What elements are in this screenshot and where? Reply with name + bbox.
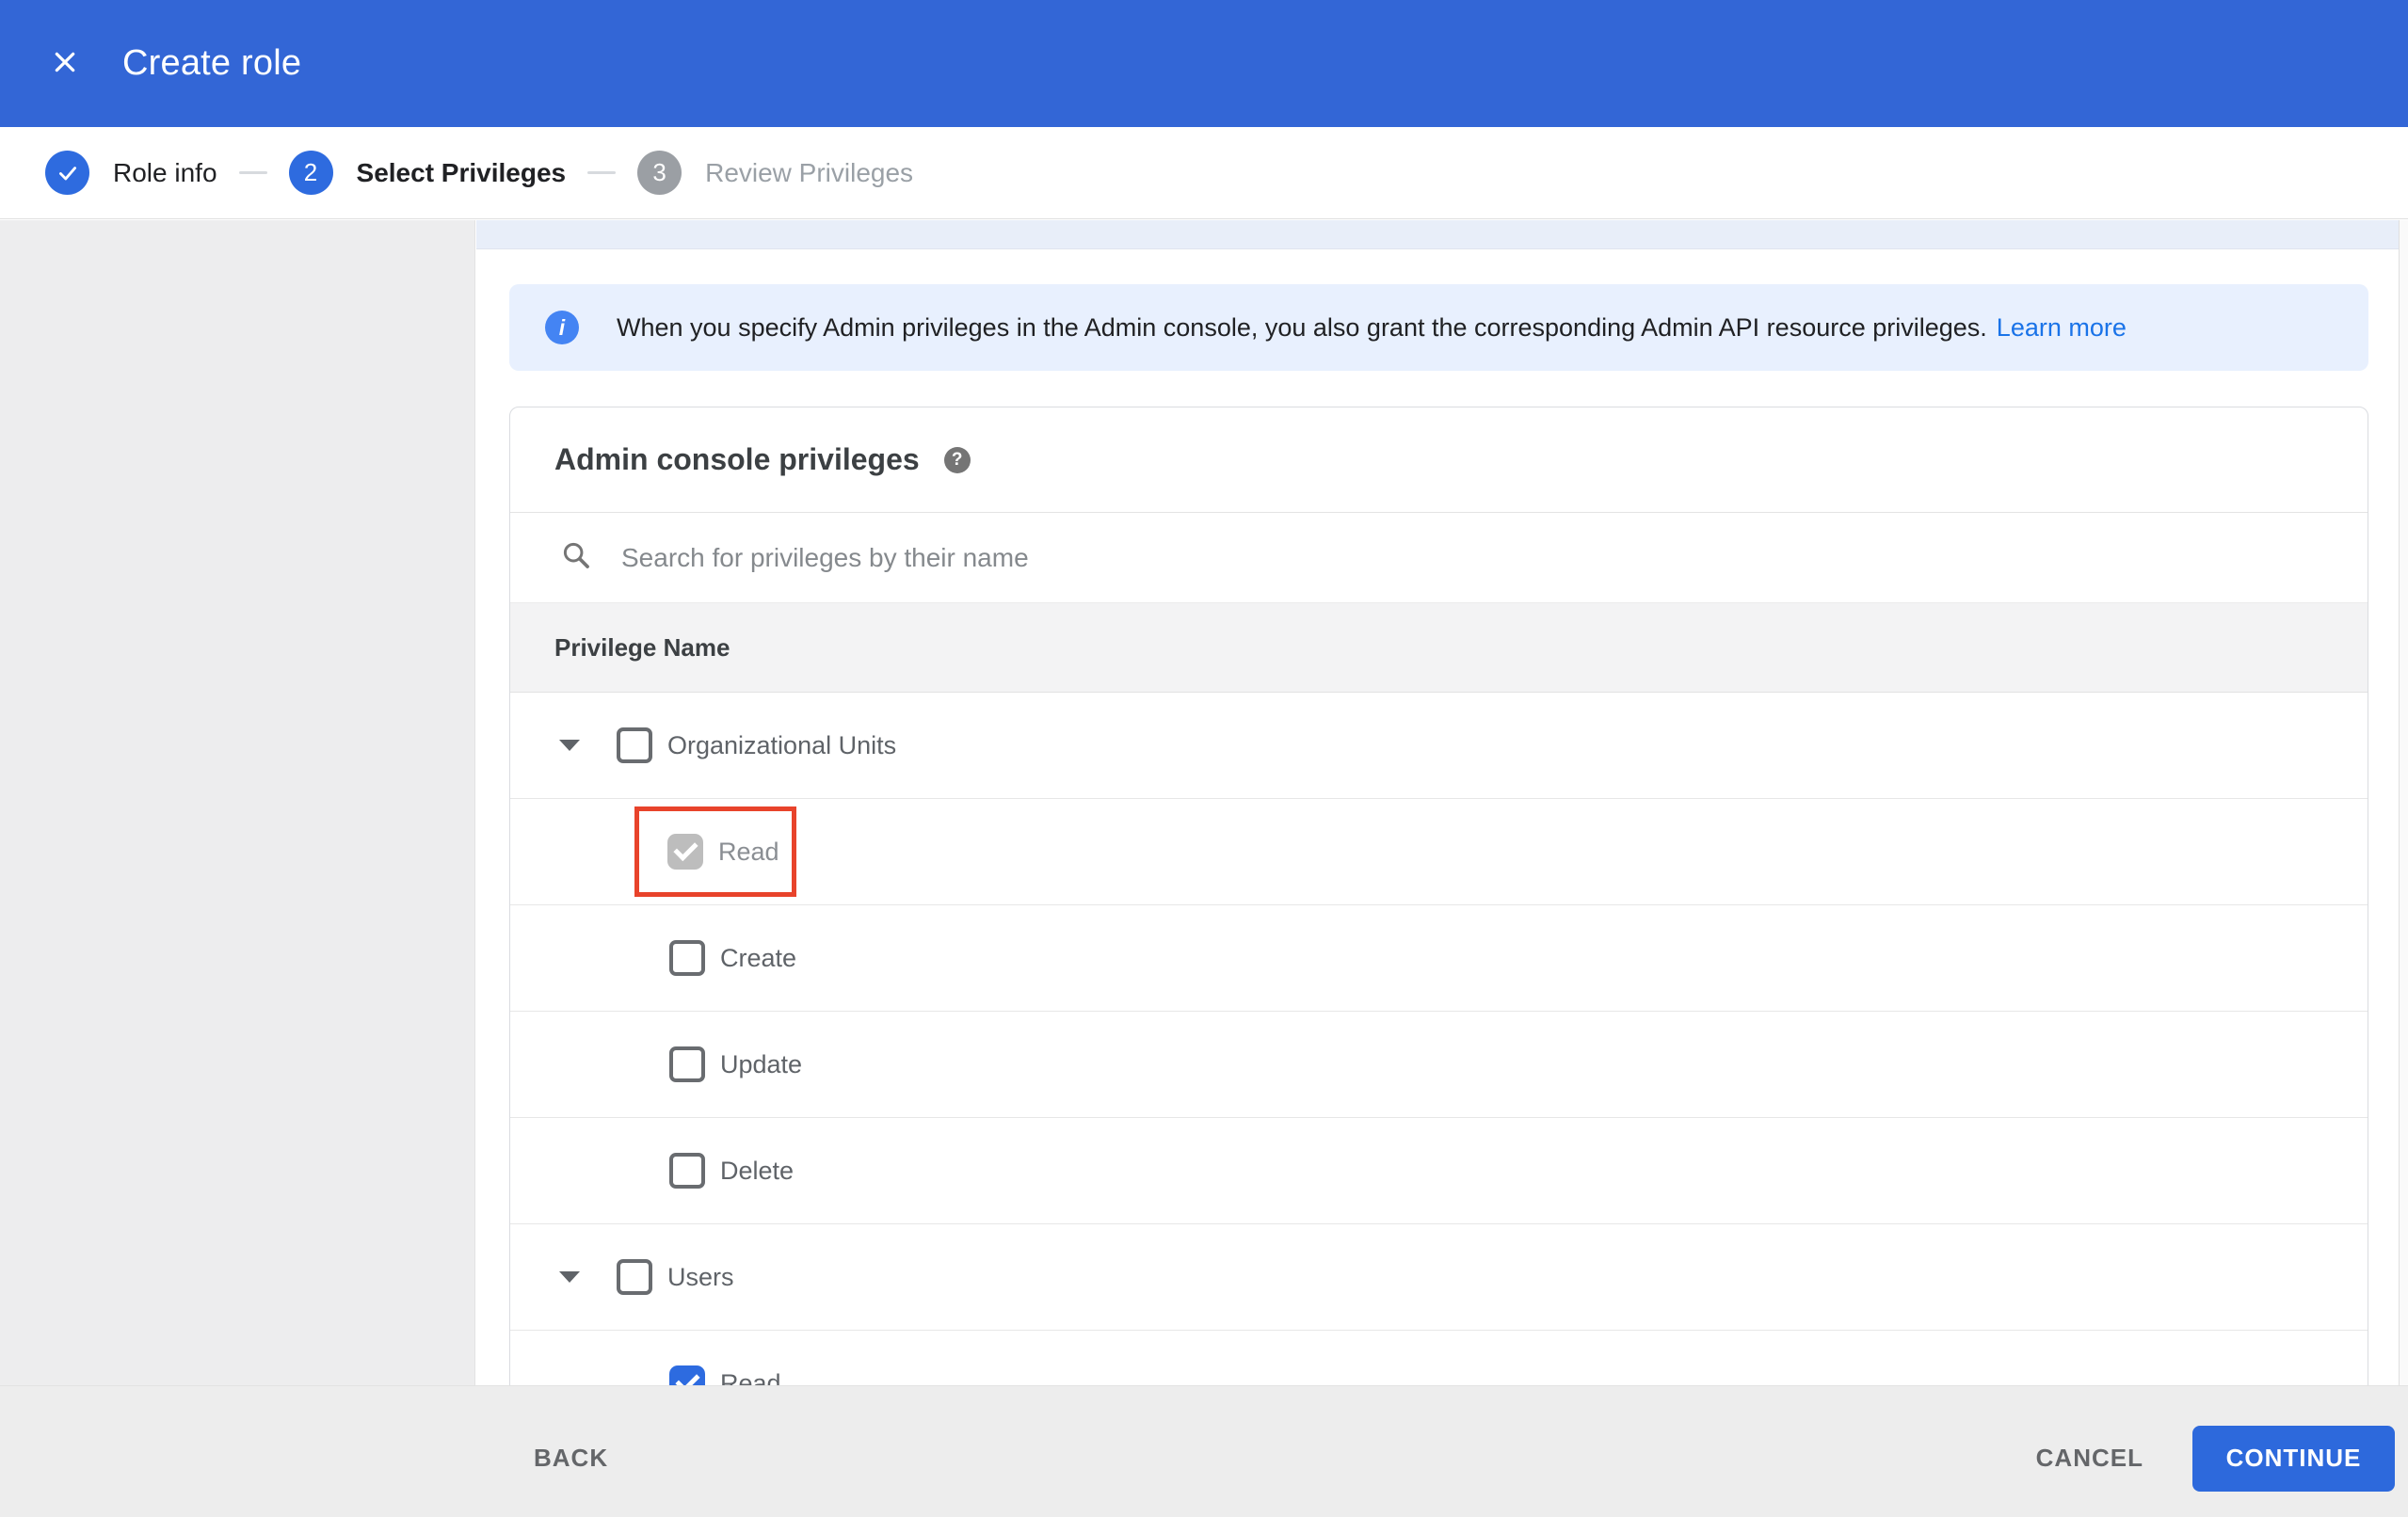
info-banner-text: When you specify Admin privileges in the… xyxy=(617,312,1987,342)
table-row: Users xyxy=(510,1224,2368,1331)
table-row: Update xyxy=(510,1012,2368,1118)
content-top-strip xyxy=(476,220,2399,249)
privilege-label[interactable]: Update xyxy=(720,1050,802,1079)
step-divider xyxy=(587,171,617,174)
admin-console-privileges-card: Admin console privileges ? Privilege Nam… xyxy=(509,407,2368,1385)
step-divider xyxy=(238,171,267,174)
scrollbar-track[interactable] xyxy=(2399,220,2408,1385)
close-button[interactable] xyxy=(43,42,87,86)
step-label: Review Privileges xyxy=(705,157,914,187)
continue-button[interactable]: CONTINUE xyxy=(2192,1425,2395,1492)
content-area: i When you specify Admin privileges in t… xyxy=(476,220,2399,1385)
footer-bar: BACK CANCEL CONTINUE xyxy=(0,1385,2408,1517)
privilege-search-row xyxy=(510,513,2368,602)
appbar: Create role xyxy=(0,0,2408,127)
step-review-privileges[interactable]: 3 Review Privileges xyxy=(637,151,913,195)
privilege-label[interactable]: Read xyxy=(720,1369,781,1386)
collapse-caret-icon[interactable] xyxy=(559,1271,580,1283)
step-label: Role info xyxy=(113,157,217,187)
table-row: Read xyxy=(510,799,2368,905)
close-icon xyxy=(50,47,80,80)
info-banner: i When you specify Admin privileges in t… xyxy=(509,284,2368,371)
stepper: Role info 2 Select Privileges 3 Review P… xyxy=(0,127,2408,219)
table-row: Delete xyxy=(510,1118,2368,1224)
privilege-name-column-header: Privilege Name xyxy=(554,632,730,662)
step-number: 2 xyxy=(288,151,333,195)
step-label: Select Privileges xyxy=(356,157,567,187)
collapse-caret-icon[interactable] xyxy=(559,740,580,751)
card-title: Admin console privileges xyxy=(554,442,920,476)
users-read-checkbox[interactable] xyxy=(669,1365,705,1385)
table-row: Read xyxy=(510,1331,2368,1385)
search-input[interactable] xyxy=(621,542,1939,573)
organizational-units-checkbox[interactable] xyxy=(617,727,652,763)
privilege-label[interactable]: Delete xyxy=(720,1157,794,1186)
page-title: Create role xyxy=(122,43,302,83)
step-number: 3 xyxy=(637,151,682,195)
step-complete-check-icon xyxy=(45,151,89,195)
step-select-privileges[interactable]: 2 Select Privileges xyxy=(288,151,567,195)
update-checkbox[interactable] xyxy=(669,1046,705,1082)
table-header-row: Privilege Name xyxy=(510,602,2368,693)
search-icon xyxy=(560,539,592,576)
delete-checkbox[interactable] xyxy=(669,1153,705,1189)
table-row: Create xyxy=(510,905,2368,1012)
back-button[interactable]: BACK xyxy=(534,1444,608,1473)
help-icon[interactable]: ? xyxy=(943,446,971,473)
create-checkbox[interactable] xyxy=(669,940,705,976)
privilege-label[interactable]: Users xyxy=(667,1263,734,1292)
table-row: Organizational Units xyxy=(510,693,2368,799)
step-role-info[interactable]: Role info xyxy=(45,151,217,195)
left-sidebar xyxy=(0,220,475,1385)
privilege-label[interactable]: Create xyxy=(720,944,796,973)
learn-more-link[interactable]: Learn more xyxy=(1997,313,2127,343)
privilege-label[interactable]: Read xyxy=(718,838,779,867)
red-highlight-box: Read xyxy=(634,806,796,897)
privilege-label[interactable]: Organizational Units xyxy=(667,731,896,760)
main-region: i When you specify Admin privileges in t… xyxy=(0,220,2408,1385)
read-checkbox[interactable] xyxy=(667,834,703,870)
users-checkbox[interactable] xyxy=(617,1259,652,1295)
info-icon: i xyxy=(545,311,579,344)
card-header: Admin console privileges ? xyxy=(510,407,2368,513)
cancel-button[interactable]: CANCEL xyxy=(2036,1444,2143,1473)
